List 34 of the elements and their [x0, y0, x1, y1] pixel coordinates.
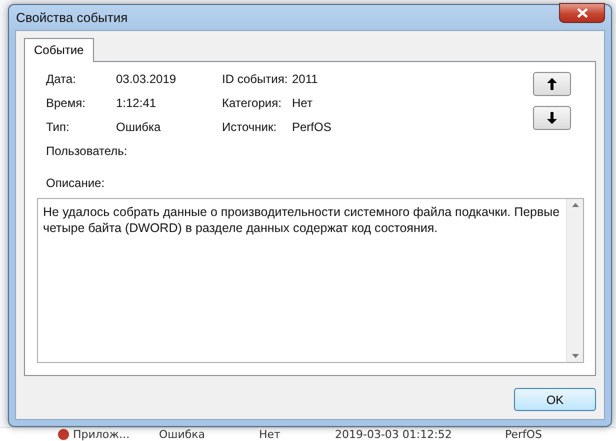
field-label: Источник:	[222, 120, 277, 134]
error-icon	[58, 429, 69, 440]
field-value: Нет	[292, 96, 314, 110]
ok-button[interactable]: OK	[514, 388, 596, 411]
close-icon	[576, 8, 588, 18]
field-label: Тип:	[46, 120, 70, 134]
description-text: Не удалось собрать данные о производительности системного файла подкачки. Первые четыре байта (DWORD) в разделе данных содержат код состояния.	[43, 205, 560, 235]
field-value: 03.03.2019	[116, 72, 178, 86]
next-button[interactable]	[533, 106, 571, 130]
field-label: Категория:	[222, 96, 282, 110]
arrow-down-icon	[547, 112, 557, 124]
scrollbar[interactable]	[566, 199, 583, 362]
window-title: Свойства события	[16, 10, 128, 25]
field-label: ID события:	[222, 72, 288, 86]
close-button[interactable]	[559, 2, 605, 22]
field-label: Дата:	[46, 72, 76, 86]
table-cell-text: Нет	[259, 428, 282, 441]
description-label: Описание:	[46, 176, 106, 190]
scroll-down-icon	[572, 354, 578, 358]
table-cell-text: 2019-03-03 01:12:52	[335, 428, 453, 441]
field-value: Ошибка	[116, 120, 162, 134]
scroll-up-icon	[572, 203, 578, 207]
arrow-up-icon	[547, 78, 557, 90]
table-cell-text: Ошибка	[159, 428, 206, 441]
field-label: Пользователь:	[46, 144, 128, 158]
field-value: PerfOS	[292, 120, 332, 134]
tab[interactable]: Событие	[24, 38, 94, 62]
description-box[interactable]: Не удалось собрать данные о производительности системного файла подкачки. Первые четыре байта (DWORD) в разделе данных содержат код состояния.	[37, 198, 584, 363]
field-value: 1:12:41	[116, 96, 158, 110]
table-cell-text: PerfOS	[505, 428, 544, 441]
previous-button[interactable]	[533, 72, 571, 96]
field-label: Время:	[46, 96, 86, 110]
table-cell-text: Прилож...	[73, 428, 131, 441]
field-value: 2011	[292, 72, 319, 86]
